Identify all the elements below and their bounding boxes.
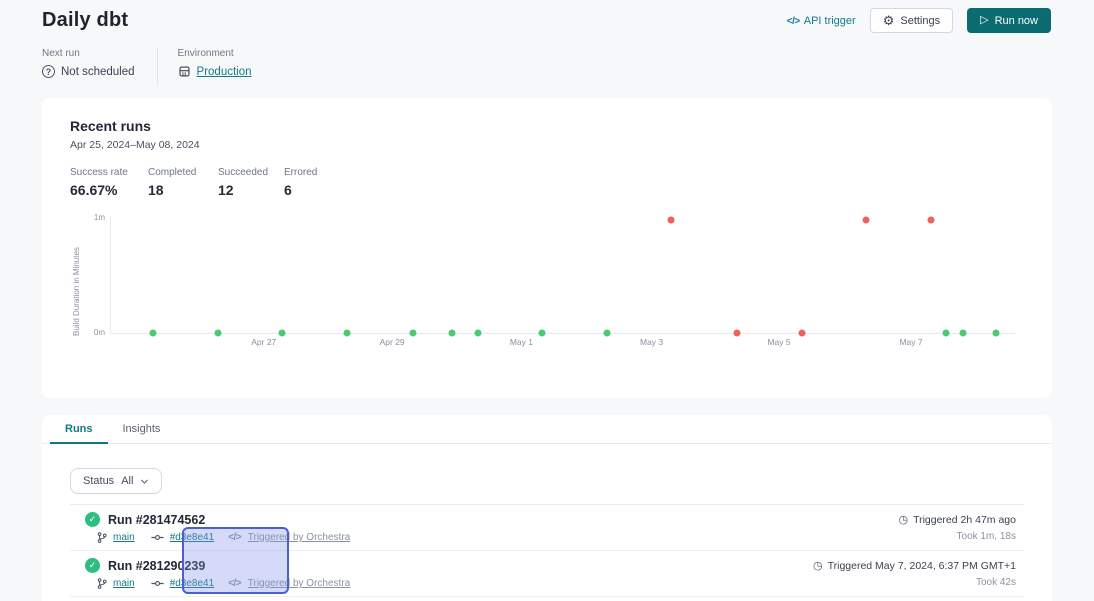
y-tick-0m: 0m [94,328,105,337]
tab-runs[interactable]: Runs [50,415,108,444]
next-run-value: Not scheduled [61,66,135,78]
run-dot-errored[interactable] [927,216,934,223]
clock-icon: ◷ [898,515,908,526]
environment-link[interactable]: Production [197,66,252,78]
run-dot-succeeded[interactable] [214,330,221,337]
commit-link[interactable]: #d3e8e41 [170,578,215,589]
y-tick-1m: 1m [94,213,105,222]
stat-succeeded: Succeeded 12 [218,167,284,198]
run-dot-succeeded[interactable] [409,330,416,337]
stat-completed: Completed 18 [148,167,218,198]
run-duration: Took 42s [976,577,1016,588]
environment-group: Environment Production [178,48,252,85]
run-dot-succeeded[interactable] [943,330,950,337]
x-tick-label: May 1 [510,337,533,347]
run-title: Run #281290239 [108,559,205,573]
run-dot-errored[interactable] [733,330,740,337]
trigger-source-link[interactable]: </> Triggered by Orchestra [228,578,350,589]
environment-label: Environment [178,48,252,59]
x-tick-label: Apr 29 [380,337,405,347]
success-check-icon: ✓ [85,558,100,573]
run-dot-succeeded[interactable] [993,330,1000,337]
x-tick-label: May 3 [640,337,663,347]
branch-link[interactable]: main [113,532,135,543]
run-now-label: Run now [995,15,1038,27]
run-duration: Took 1m, 18s [957,531,1016,542]
api-trigger-link[interactable]: </> API trigger [787,15,856,27]
stats-row: Success rate 66.67% Completed 18 Succeed… [70,167,1024,198]
run-dot-errored[interactable] [668,216,675,223]
page-header: Daily dbt </> API trigger ⚙ Settings ▷ Ru… [0,0,1094,38]
run-dot-succeeded[interactable] [149,330,156,337]
code-icon: </> [228,578,241,589]
recent-runs-card: Recent runs Apr 25, 2024–May 08, 2024 Su… [42,98,1052,398]
header-actions: </> API trigger ⚙ Settings ▷ Run now [787,8,1051,33]
code-icon: </> [228,532,241,543]
run-dot-succeeded[interactable] [343,330,350,337]
run-dot-succeeded[interactable] [539,330,546,337]
date-range: Apr 25, 2024–May 08, 2024 [70,139,1024,151]
question-circle-icon: ? [42,65,55,78]
success-check-icon: ✓ [85,512,100,527]
run-row-1[interactable]: ✓ Run #281474562 main [70,505,1024,551]
chart-y-axis-label: Build Duration in Minutes [72,218,81,336]
runs-card: Runs Insights Status All ✓ Run #28147 [42,415,1052,601]
clock-icon: ◷ [813,561,823,572]
x-tick-label: Apr 27 [251,337,276,347]
job-page: Daily dbt </> API trigger ⚙ Settings ▷ Ru… [0,0,1094,601]
run-dot-errored[interactable] [862,216,869,223]
status-filter-dropdown[interactable]: Status All [70,468,162,494]
status-filter-label: Status [83,475,114,487]
code-icon: </> [787,16,800,27]
next-run-label: Next run [42,48,135,59]
stat-success-rate: Success rate 66.67% [70,167,148,198]
triggered-at: Triggered May 7, 2024, 6:37 PM GMT+1 [828,560,1016,572]
run-dot-succeeded[interactable] [960,330,967,337]
duration-chart: Build Duration in Minutes 1m 0m Apr 27Ap… [70,214,1024,359]
next-run-group: Next run ? Not scheduled [42,48,135,85]
page-title: Daily dbt [42,9,128,32]
git-branch-icon [97,578,107,589]
settings-label: Settings [900,15,940,27]
run-dot-succeeded[interactable] [604,330,611,337]
run-dot-succeeded[interactable] [448,330,455,337]
tab-bar: Runs Insights [42,415,1052,444]
run-dot-succeeded[interactable] [475,330,482,337]
status-filter-value: All [121,475,133,487]
run-dot-errored[interactable] [798,330,805,337]
commit-icon [151,533,164,542]
meta-divider [157,48,158,85]
run-now-button[interactable]: ▷ Run now [967,8,1051,33]
run-title: Run #281474562 [108,513,205,527]
stat-errored: Errored 6 [284,167,317,198]
api-trigger-label: API trigger [804,15,856,27]
environment-database-icon [178,65,191,78]
x-tick-label: May 7 [899,337,922,347]
chart-plot: 1m 0m Apr 27Apr 29May 1May 3May 5May 7 [110,216,1015,334]
filter-bar: Status All [42,444,1052,504]
run-dot-succeeded[interactable] [278,330,285,337]
settings-button[interactable]: ⚙ Settings [870,8,953,33]
chevron-down-icon [140,478,149,485]
commit-link[interactable]: #d3e8e41 [170,532,215,543]
branch-link[interactable]: main [113,578,135,589]
commit-icon [151,579,164,588]
runs-list: ✓ Run #281474562 main [70,504,1024,597]
job-meta: Next run ? Not scheduled Environment [0,48,1094,85]
recent-runs-title: Recent runs [70,118,1024,134]
play-icon: ▷ [980,15,988,26]
triggered-at: Triggered 2h 47m ago [913,514,1016,526]
x-tick-label: May 5 [767,337,790,347]
tab-insights[interactable]: Insights [108,415,176,444]
run-row-2[interactable]: ✓ Run #281290239 main [70,551,1024,597]
gear-icon: ⚙ [883,14,895,27]
trigger-source-link[interactable]: </> Triggered by Orchestra [228,532,350,543]
git-branch-icon [97,532,107,543]
